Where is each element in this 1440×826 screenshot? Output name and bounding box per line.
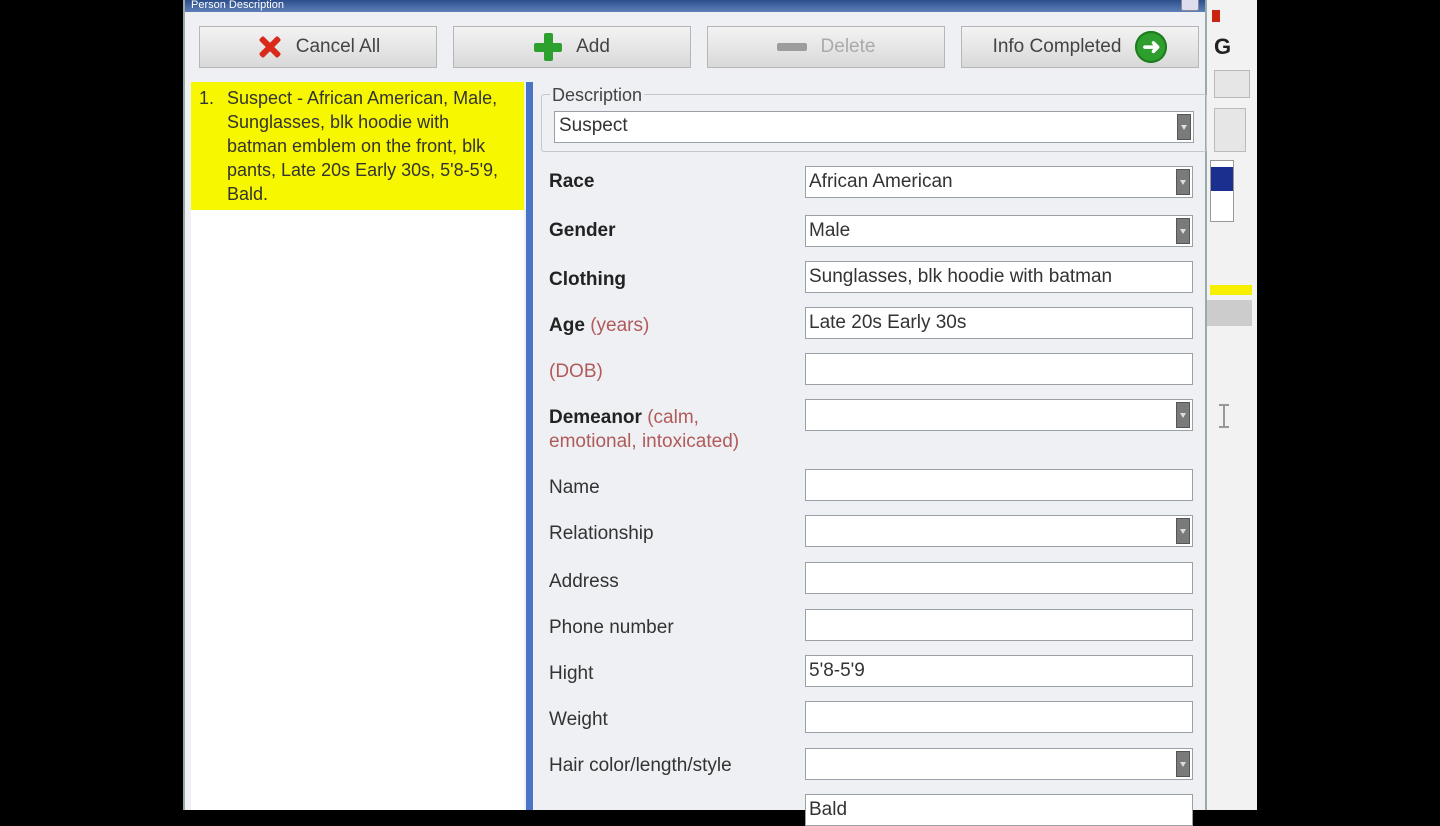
dob-field[interactable] xyxy=(805,353,1193,385)
red-marker xyxy=(1212,10,1220,22)
description-legend: Description xyxy=(550,85,645,106)
cancel-all-label: Cancel All xyxy=(295,36,381,57)
add-label: Add xyxy=(576,36,610,57)
age-label: Age (years) xyxy=(549,315,650,336)
gender-label: Gender xyxy=(549,220,616,241)
relationship-label: Relationship xyxy=(549,523,654,544)
name-field[interactable] xyxy=(805,469,1193,501)
gender-select[interactable]: Male xyxy=(805,215,1193,247)
list-item-number: 1. xyxy=(199,88,215,108)
description-group: Description Suspect xyxy=(541,85,1207,152)
description-form: Description Suspect Race African America… xyxy=(537,82,1229,826)
delete-button[interactable]: Delete xyxy=(707,26,945,68)
plus-icon xyxy=(534,33,563,61)
text-cursor-icon xyxy=(1219,404,1229,428)
name-label: Name xyxy=(549,477,600,498)
phone-field[interactable] xyxy=(805,609,1193,641)
arrow-right-icon: ➜ xyxy=(1135,31,1168,63)
height-field[interactable]: 5'8-5'9 xyxy=(805,655,1193,687)
background-app: G xyxy=(1205,0,1258,810)
dob-label: (DOB) xyxy=(549,361,603,382)
minus-icon xyxy=(776,43,807,51)
chevron-down-icon[interactable] xyxy=(1176,169,1190,195)
height-label: Hight xyxy=(549,663,594,684)
weight-field[interactable] xyxy=(805,701,1193,733)
delete-label: Delete xyxy=(820,36,876,57)
race-select[interactable]: African American xyxy=(805,166,1193,198)
info-completed-label: Info Completed xyxy=(992,36,1122,57)
clothing-field[interactable]: Sunglasses, blk hoodie with batman xyxy=(805,261,1193,293)
hair-select[interactable] xyxy=(805,748,1193,780)
chevron-down-icon[interactable] xyxy=(1176,402,1190,428)
background-button[interactable] xyxy=(1214,108,1246,152)
background-listbox[interactable] xyxy=(1210,160,1234,222)
panel-splitter[interactable] xyxy=(526,82,533,810)
weight-label: Weight xyxy=(549,709,608,730)
relationship-select[interactable] xyxy=(805,515,1193,547)
hair-label: Hair color/length/style xyxy=(549,755,732,776)
chevron-down-icon[interactable] xyxy=(1176,751,1190,777)
background-highlight xyxy=(1210,285,1252,295)
title-bar[interactable]: Person Description xyxy=(185,0,1205,12)
demeanor-select[interactable] xyxy=(805,399,1193,431)
background-letter: G xyxy=(1214,34,1232,59)
background-button[interactable] xyxy=(1214,70,1250,98)
background-panel xyxy=(1206,300,1252,326)
window-title: Person Description xyxy=(191,0,284,11)
add-button[interactable]: Add xyxy=(453,26,691,68)
list-item[interactable]: 1. Suspect - African American, Male, Sun… xyxy=(191,82,524,210)
person-description-dialog: Person Description Cancel All Add Delete… xyxy=(183,0,1229,826)
demeanor-label: Demeanor (calm, emotional, intoxicated) xyxy=(549,407,740,452)
clothing-label: Clothing xyxy=(549,269,627,290)
screen-border xyxy=(1257,0,1440,810)
cancel-all-button[interactable]: Cancel All xyxy=(199,26,437,68)
chevron-down-icon[interactable] xyxy=(1177,114,1191,140)
list-item-text: Suspect - African American, Male, Sungla… xyxy=(227,88,499,204)
close-icon[interactable] xyxy=(1181,0,1199,11)
race-label: Race xyxy=(549,171,595,192)
description-select[interactable]: Suspect xyxy=(554,111,1194,143)
phone-label: Phone number xyxy=(549,617,674,638)
address-field[interactable] xyxy=(805,562,1193,594)
chevron-down-icon[interactable] xyxy=(1176,218,1190,244)
toolbar: Cancel All Add Delete Info Completed ➜ xyxy=(199,26,1199,70)
info-completed-button[interactable]: Info Completed ➜ xyxy=(961,26,1199,68)
age-field[interactable]: Late 20s Early 30s xyxy=(805,307,1193,339)
address-label: Address xyxy=(549,571,619,592)
chevron-down-icon[interactable] xyxy=(1176,518,1190,544)
cancel-icon xyxy=(256,34,282,60)
next-field[interactable]: Bald xyxy=(805,794,1193,826)
description-list: 1. Suspect - African American, Male, Sun… xyxy=(191,82,524,810)
